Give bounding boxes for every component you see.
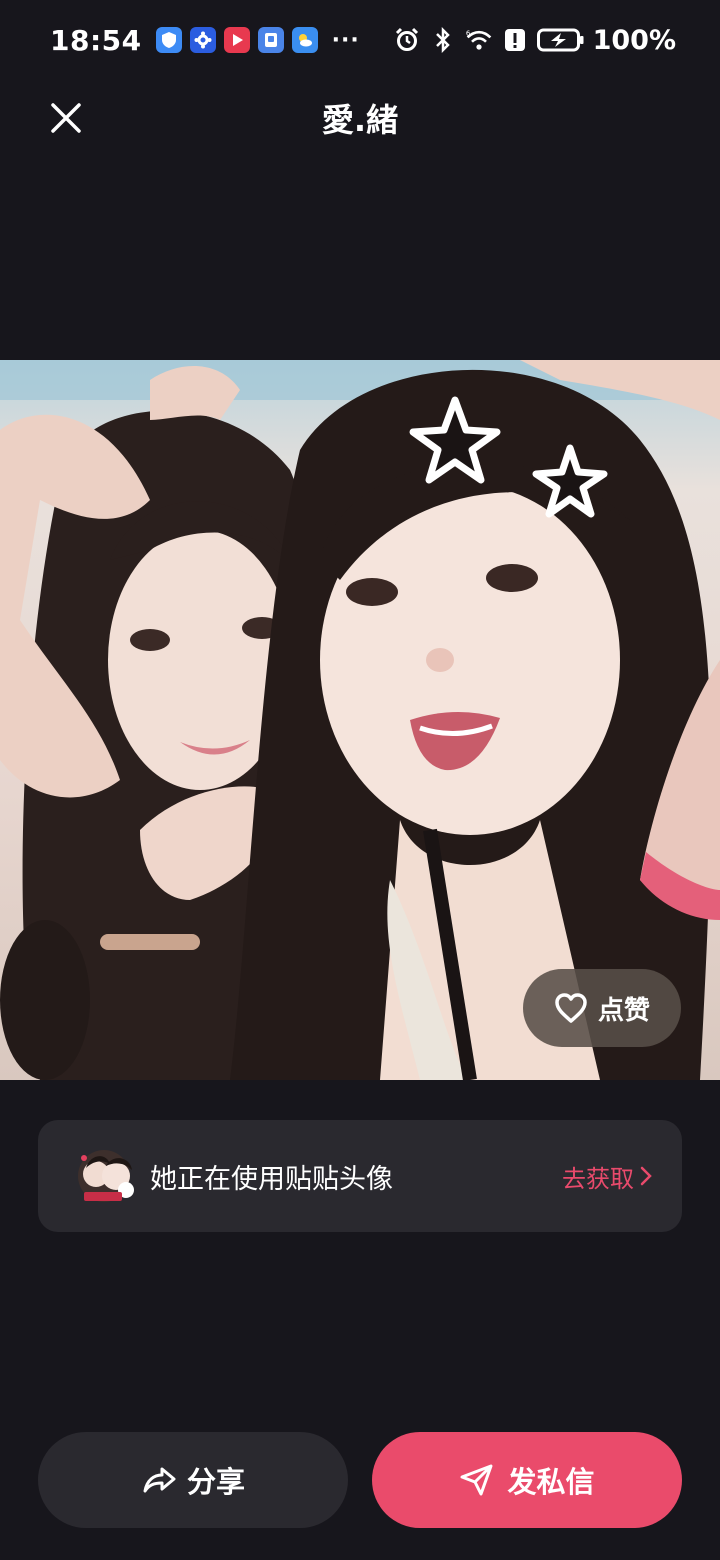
- send-message-button[interactable]: 发私信: [372, 1432, 682, 1528]
- close-icon: [51, 103, 81, 133]
- header: 愛.緒: [0, 80, 720, 156]
- alarm-icon: [393, 26, 421, 54]
- get-link[interactable]: 去获取: [562, 1159, 652, 1194]
- shield-app-icon: [155, 27, 182, 53]
- like-button[interactable]: 点赞: [523, 969, 681, 1047]
- heart-icon: [555, 993, 587, 1023]
- battery-percentage: 100%: [592, 24, 676, 56]
- wifi-icon: 6: [465, 26, 493, 54]
- video-app-icon: [223, 27, 250, 53]
- status-right: 6 100%: [393, 25, 676, 56]
- battery-icon: [536, 26, 585, 54]
- page-title: 愛.緒: [321, 101, 399, 139]
- send-icon: [460, 1464, 493, 1496]
- promo-text: 她正在使用贴贴头像: [150, 1163, 393, 1195]
- close-button[interactable]: [46, 98, 86, 138]
- share-icon: [143, 1467, 176, 1493]
- share-button[interactable]: 分享: [38, 1432, 348, 1528]
- get-avatar-banner[interactable]: 她正在使用贴贴头像 去获取: [38, 1120, 682, 1232]
- gear-app-icon: [189, 27, 216, 53]
- chevron-right-icon: [640, 1166, 652, 1186]
- doc-app-icon: [257, 27, 284, 53]
- svg-text:6: 6: [465, 30, 470, 38]
- get-link-label: 去获取: [562, 1164, 634, 1193]
- share-label: 分享: [186, 1465, 245, 1499]
- send-message-label: 发私信: [507, 1465, 595, 1499]
- weather-app-icon: [291, 27, 318, 53]
- more-notifications-icon: ···: [331, 27, 360, 53]
- promo-thumbnail: [76, 1148, 144, 1204]
- like-label: 点赞: [597, 995, 650, 1026]
- status-bar: 18:54 ··· 6 100%: [0, 0, 720, 80]
- bluetooth-icon: [429, 26, 457, 54]
- status-left: 18:54 ···: [50, 24, 360, 57]
- alert-icon: [501, 26, 529, 54]
- status-time: 18:54: [50, 23, 142, 57]
